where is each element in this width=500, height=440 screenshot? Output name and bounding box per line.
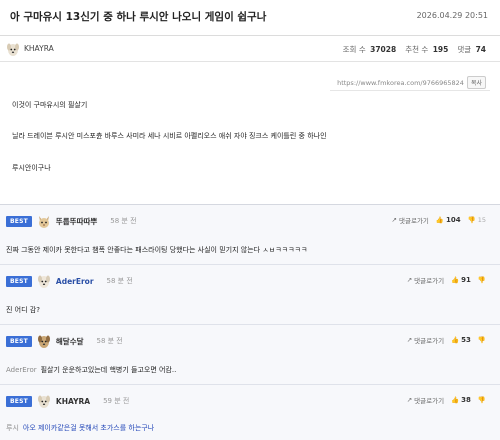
thumbs-down-icon: 👎	[477, 336, 486, 344]
post-stats: 조회 수 37028 추천 수 195 댓글 74	[343, 44, 486, 55]
best-badge: BEST	[6, 335, 32, 347]
likes-label: 추천 수	[405, 45, 429, 54]
comment-item: BEST KHAYRA 59 분 전 ↗ 댓글로가기 👍 38 👎 루시 아오 …	[0, 385, 500, 440]
likes-stat: 추천 수 195	[405, 44, 448, 55]
post-body-line: 이것이 구마유시의 필살기	[12, 101, 88, 109]
downvote-button[interactable]: 👎	[478, 396, 486, 404]
views-label: 조회 수	[342, 45, 366, 54]
upvote-button[interactable]: 👍 53	[451, 336, 471, 344]
post-url[interactable]: https://www.fmkorea.com/9766965824	[337, 79, 464, 87]
reply-label: 댓글로가기	[399, 217, 429, 225]
reply-link[interactable]: ↗ 댓글로가기	[407, 395, 444, 405]
post-author[interactable]: KHAYRA	[24, 44, 54, 53]
comment-item: BEST AderEror 58 분 전 ↗ 댓글로가기 👍 91 👎 진 어디…	[0, 265, 500, 325]
post-header: 아 구마유시 13신기 중 하나 루시안 나오니 게임이 쉽구나 2026.04…	[0, 0, 500, 36]
copy-url-button[interactable]: 복사	[466, 76, 486, 89]
post-body-line: 닐라 드레이븐 루시안 미스포츈 바루스 사미라 세나 시비르 아펠리오스 애쉬…	[12, 132, 327, 140]
upvote-button[interactable]: 👍 38	[451, 396, 471, 404]
downvote-count: 15	[477, 216, 486, 224]
dog-avatar-icon[interactable]	[37, 333, 51, 349]
comment-text-content: 필살기 운운하고있는데 핵병기 들고오면 어캄..	[40, 366, 177, 374]
reply-link[interactable]: ↗ 댓글로가기	[407, 335, 444, 345]
reply-link[interactable]: ↗ 댓글로가기	[407, 275, 444, 285]
comment-time: 58 분 전	[96, 337, 123, 345]
comment-text-content: 아오 제이카같은걸 못해서 초가스를 하는구나	[22, 424, 155, 432]
thumbs-up-icon: 👍	[435, 216, 444, 224]
comment-text: 진 어디 감?	[6, 306, 40, 314]
downvote-button[interactable]: 👎	[478, 336, 486, 344]
downvote-button[interactable]: 👎 15	[468, 216, 486, 224]
comment-time: 58 분 전	[106, 277, 133, 285]
thumbs-down-icon: 👎	[467, 216, 476, 224]
author-bar: KHAYRA 조회 수 37028 추천 수 195 댓글 74	[0, 36, 500, 62]
upvote-count: 91	[461, 276, 471, 284]
post-body-line: 루시안이구나	[12, 164, 51, 172]
best-badge: BEST	[6, 215, 32, 227]
comment-item: BEST 해달수달 58 분 전 ↗ 댓글로가기 👍 53 👎 AderEror…	[0, 325, 500, 385]
comment-mention[interactable]: 루시	[6, 424, 19, 432]
comment-list: BEST 뚜룹뚜따따뿌 58 분 전 ↗ 댓글로가기 👍 104 👎 15 진짜…	[0, 204, 500, 440]
comments-count: 74	[475, 45, 486, 54]
thumbs-down-icon: 👎	[477, 396, 486, 404]
reply-arrow-icon: ↗	[406, 276, 413, 284]
post-title: 아 구마유시 13신기 중 하나 루시안 나오니 게임이 쉽구나	[10, 11, 267, 23]
views-count: 37028	[370, 45, 397, 54]
best-badge: BEST	[6, 395, 32, 407]
post-date: 2026.04.29 20:51	[416, 11, 488, 20]
comment-author[interactable]: AderEror	[56, 277, 94, 286]
reply-label: 댓글로가기	[414, 277, 445, 285]
thumbs-up-icon: 👍	[451, 396, 460, 404]
comment-author[interactable]: 뚜룹뚜따따뿌	[56, 216, 97, 227]
reply-label: 댓글로가기	[414, 337, 445, 345]
upvote-count: 38	[461, 396, 471, 404]
comment-author[interactable]: 해달수달	[56, 336, 84, 347]
comments-label: 댓글	[457, 45, 472, 54]
dog-avatar-icon[interactable]	[37, 273, 51, 289]
upvote-button[interactable]: 👍 91	[451, 276, 471, 284]
comment-author[interactable]: KHAYRA	[56, 397, 90, 406]
dog-avatar-icon[interactable]	[37, 393, 51, 409]
comment-text: 진짜 그동안 제이카 못한다고 챔폭 안좋다는 패스라이팅 당했다는 사실이 믿…	[6, 246, 308, 254]
reply-arrow-icon: ↗	[406, 396, 413, 404]
reply-arrow-icon: ↗	[406, 336, 413, 344]
upvote-count: 53	[461, 336, 471, 344]
views-stat: 조회 수 37028	[343, 44, 397, 55]
thumbs-up-icon: 👍	[451, 336, 460, 344]
downvote-button[interactable]: 👎	[478, 276, 486, 284]
comment-text: AderEror 필살기 운운하고있는데 핵병기 들고오면 어캄..	[6, 365, 176, 375]
comment-mention[interactable]: AderEror	[6, 366, 37, 374]
likes-count: 195	[432, 45, 449, 54]
upvote-count: 104	[446, 216, 461, 224]
url-divider	[330, 90, 490, 91]
comment-time: 59 분 전	[103, 397, 130, 405]
comments-stat: 댓글 74	[457, 44, 486, 55]
reply-link[interactable]: ↗ 댓글로가기	[392, 215, 429, 225]
comment-item: BEST 뚜룹뚜따따뿌 58 분 전 ↗ 댓글로가기 👍 104 👎 15 진짜…	[0, 205, 500, 265]
reply-label: 댓글로가기	[414, 397, 445, 405]
thumbs-down-icon: 👎	[477, 276, 486, 284]
thumbs-up-icon: 👍	[451, 276, 460, 284]
comment-time: 58 분 전	[110, 217, 137, 225]
upvote-button[interactable]: 👍 104	[436, 216, 461, 224]
best-badge: BEST	[6, 275, 32, 287]
dog-avatar-icon[interactable]	[6, 41, 20, 57]
comment-text: 루시 아오 제이카같은걸 못해서 초가스를 하는구나	[6, 423, 154, 433]
cat-avatar-icon[interactable]	[37, 213, 51, 229]
reply-arrow-icon: ↗	[391, 216, 397, 224]
post-url-row: https://www.fmkorea.com/9766965824 복사	[337, 76, 486, 89]
